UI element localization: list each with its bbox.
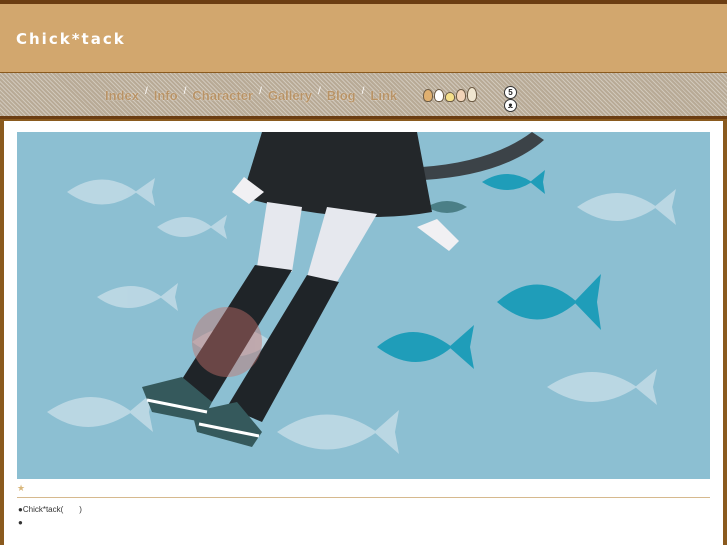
nav-list: Index / Info / Character / Gallery / Blo…	[105, 86, 397, 103]
hero-illustration	[17, 132, 710, 479]
star-mark: ★	[17, 483, 26, 493]
bunny-icon	[434, 89, 444, 102]
nav-separator: /	[259, 86, 262, 97]
site-title[interactable]: Chick*tack	[16, 30, 126, 48]
nav-item-info[interactable]: Info	[154, 88, 178, 103]
cat-face-icon: ᴥ	[504, 99, 517, 112]
nav-separator: /	[317, 86, 321, 97]
bullet: ●	[18, 518, 23, 527]
nav-bar: Index / Info / Character / Gallery / Blo…	[0, 73, 727, 119]
nav-item-character[interactable]: Character	[192, 88, 253, 103]
character-icons	[423, 87, 477, 102]
cat-icon	[467, 87, 477, 102]
nav-separator: /	[144, 86, 148, 97]
nav-item-index[interactable]: Index	[105, 88, 139, 103]
nav-item-gallery[interactable]: Gallery	[268, 88, 312, 103]
chick-icon	[423, 89, 433, 102]
divider	[17, 497, 710, 498]
nav-item-link[interactable]: Link	[370, 88, 397, 103]
nav-separator: /	[183, 86, 187, 97]
face-icon	[456, 89, 466, 102]
site-header: Chick*tack	[0, 0, 727, 73]
chick-icon	[445, 92, 455, 102]
list-item: ●Chick*tack( )	[18, 504, 82, 515]
number-badge: 5	[504, 86, 517, 99]
list-item-text: Chick*tack( )	[22, 505, 82, 514]
nav-separator: /	[361, 86, 365, 97]
counter-badge: 5 ᴥ	[504, 86, 518, 112]
nav-item-blog[interactable]: Blog	[327, 88, 356, 103]
main-content: ★ ●Chick*tack( ) ●	[4, 121, 723, 545]
list-item: ●	[18, 518, 23, 527]
illustration-svg	[47, 132, 676, 454]
